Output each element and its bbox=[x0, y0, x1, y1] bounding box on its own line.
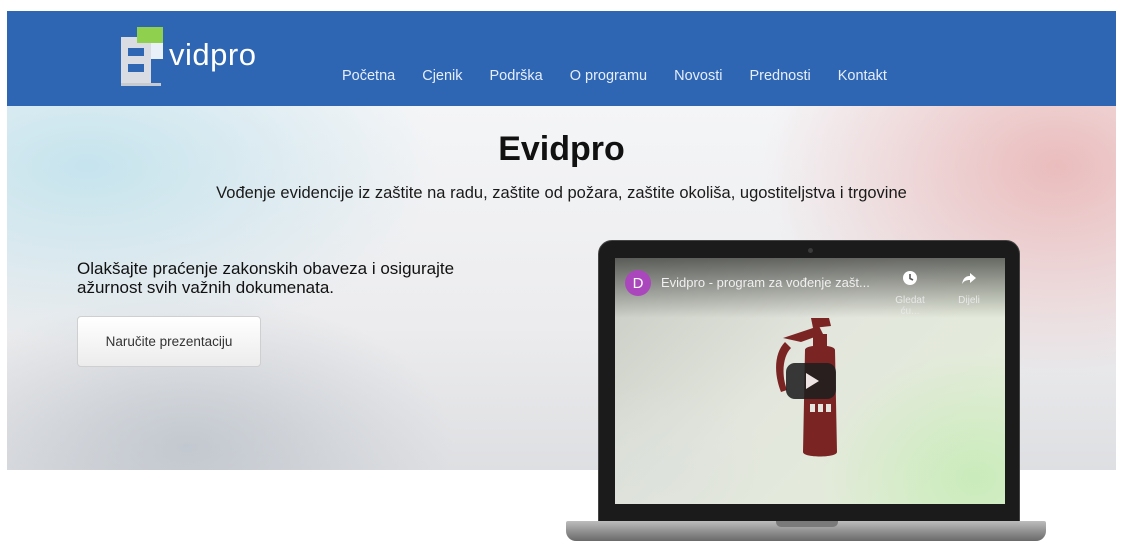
video-player[interactable]: D Evidpro - program za vođenje zašt... G… bbox=[615, 258, 1005, 504]
nav-item-o-programu[interactable]: O programu bbox=[570, 68, 647, 84]
clock-icon bbox=[888, 270, 932, 291]
navbar: vidpro Početna Cjenik Podrška O programu… bbox=[7, 11, 1116, 106]
tagline-line-1: Olakšajte praćenje zakonskih obaveza i o… bbox=[77, 259, 455, 278]
main-nav: Početna Cjenik Podrška O programu Novost… bbox=[342, 68, 914, 84]
hero-tagline: Olakšajte praćenje zakonskih obaveza i o… bbox=[77, 259, 477, 297]
share-button[interactable]: Dijeli bbox=[947, 270, 991, 306]
nav-item-novosti[interactable]: Novosti bbox=[674, 68, 722, 84]
top-strip bbox=[0, 0, 1123, 11]
logo[interactable]: vidpro bbox=[119, 25, 279, 89]
nav-item-kontakt[interactable]: Kontakt bbox=[838, 68, 887, 84]
order-presentation-button[interactable]: Naručite prezentaciju bbox=[77, 316, 261, 367]
hero-subtitle: Vođenje evidencije iz zaštite na radu, z… bbox=[216, 184, 907, 202]
laptop-camera bbox=[808, 248, 813, 253]
play-button[interactable] bbox=[786, 363, 836, 399]
watch-later-label: Gledat ću... bbox=[895, 295, 925, 317]
play-icon bbox=[806, 373, 819, 389]
video-title[interactable]: Evidpro - program za vođenje zašt... bbox=[661, 275, 881, 290]
logo-text: vidpro bbox=[169, 37, 257, 72]
tagline-line-2: ažurnost svih važnih dokumenata. bbox=[77, 278, 335, 297]
watch-later-button[interactable]: Gledat ću... bbox=[888, 270, 932, 317]
nav-item-pocetna[interactable]: Početna bbox=[342, 68, 395, 84]
laptop-notch bbox=[776, 521, 838, 527]
share-label: Dijeli bbox=[958, 295, 980, 306]
share-icon bbox=[947, 270, 991, 291]
nav-item-cjenik[interactable]: Cjenik bbox=[422, 68, 462, 84]
nav-item-podrska[interactable]: Podrška bbox=[490, 68, 543, 84]
logo-e-icon bbox=[121, 27, 163, 86]
channel-avatar[interactable]: D bbox=[625, 270, 651, 296]
nav-item-prednosti[interactable]: Prednosti bbox=[749, 68, 810, 84]
hero-title: Evidpro bbox=[498, 130, 625, 168]
